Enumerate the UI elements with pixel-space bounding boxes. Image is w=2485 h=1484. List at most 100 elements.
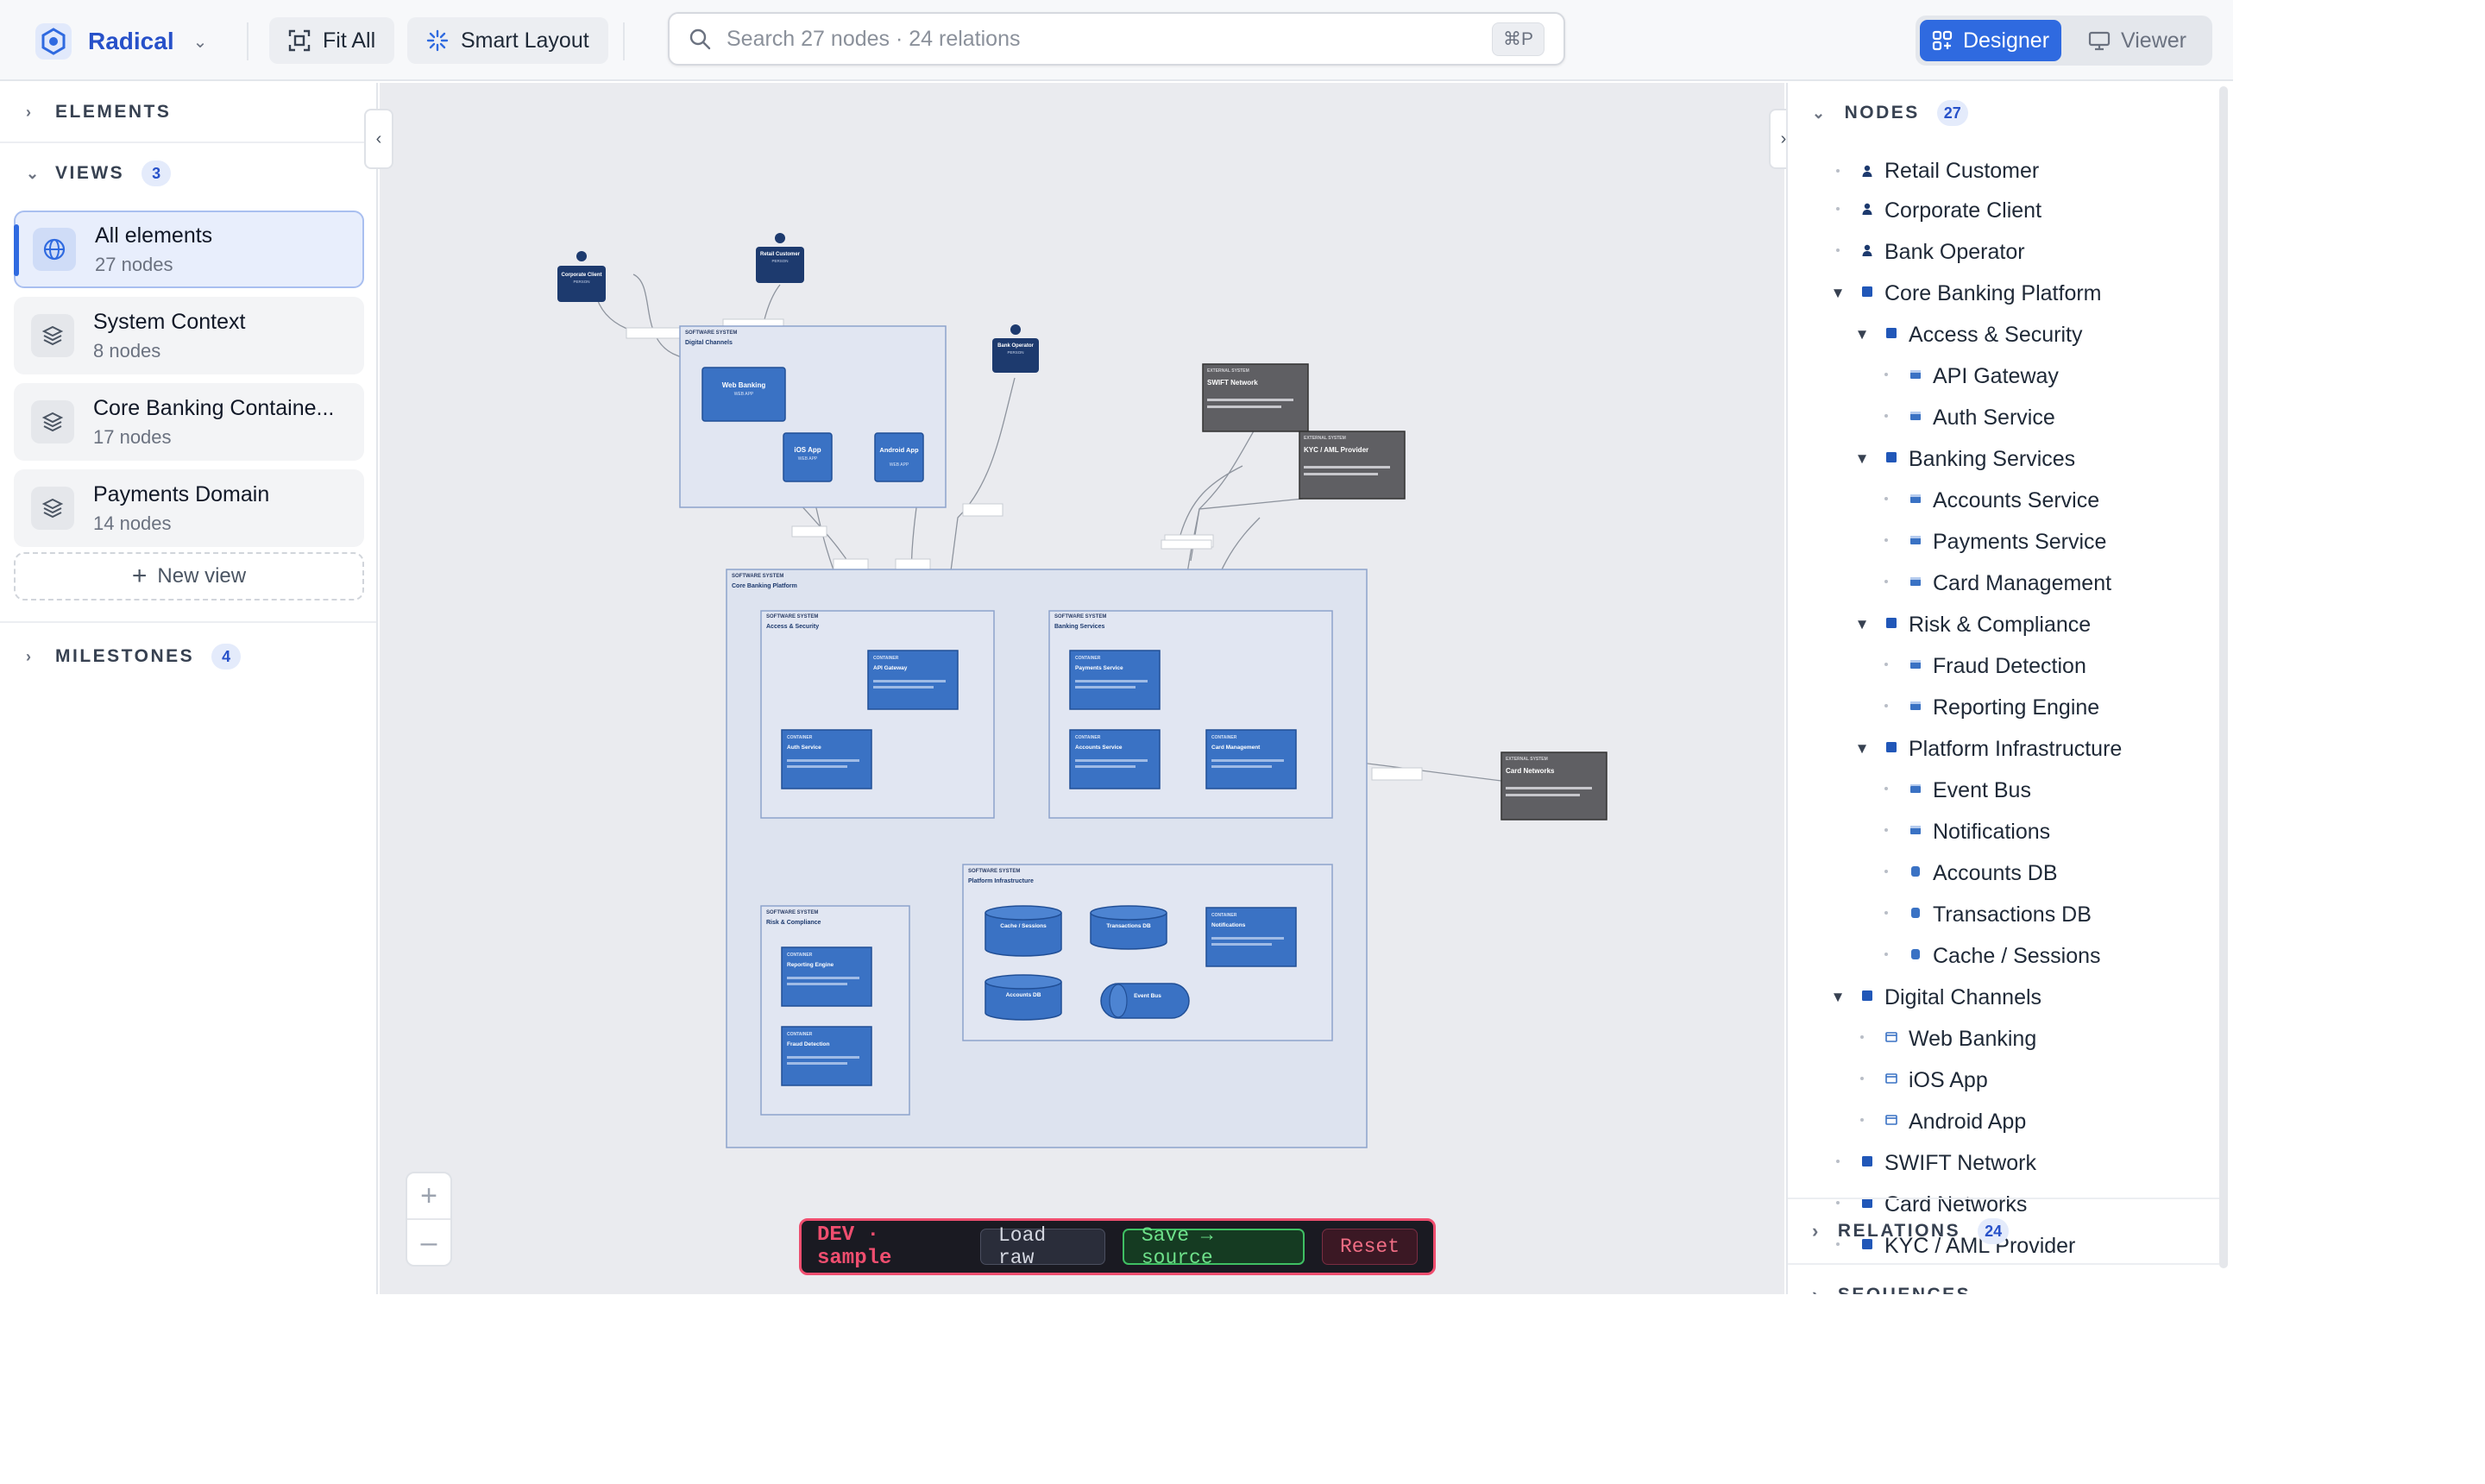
- app-android[interactable]: Android App WEB APP: [874, 432, 924, 482]
- node-tree-item[interactable]: Auth Service: [1788, 397, 2219, 438]
- node-tree-item[interactable]: Reporting Engine: [1788, 687, 2219, 728]
- relation-label[interactable]: [962, 503, 1003, 517]
- expand-toggle-icon[interactable]: ▼: [1853, 616, 1871, 633]
- node-tree-item[interactable]: ▼ Banking Services: [1788, 438, 2219, 480]
- database-transactions-db[interactable]: Transactions DB: [1090, 905, 1167, 950]
- view-item-system-context[interactable]: System Context 8 nodes: [14, 297, 364, 374]
- node-tree-item[interactable]: iOS App: [1788, 1060, 2219, 1101]
- milestones-section-header[interactable]: › MILESTONES 4: [0, 626, 376, 687]
- expand-toggle-icon[interactable]: ▼: [1853, 740, 1871, 758]
- search-input[interactable]: Search 27 nodes · 24 relations ⌘P: [668, 12, 1565, 66]
- container-card-management[interactable]: CONTAINER Card Management: [1205, 729, 1297, 789]
- container-payments-service[interactable]: CONTAINER Payments Service: [1069, 650, 1161, 710]
- node-tree-item[interactable]: SWIFT Network: [1788, 1142, 2219, 1184]
- node-tree-item[interactable]: ▼ Access & Security: [1788, 314, 2219, 355]
- relation-label[interactable]: [895, 558, 931, 570]
- relation-line[interactable]: [1190, 498, 1304, 562]
- collapse-left-panel-button[interactable]: ‹: [364, 109, 393, 169]
- node-tree-item[interactable]: Web Banking: [1788, 1018, 2219, 1060]
- viewer-mode-button[interactable]: Viewer: [2067, 20, 2208, 61]
- node-tree-label: Card Management: [1933, 570, 2112, 595]
- relations-section-header[interactable]: › RELATIONS 24: [1788, 1201, 2219, 1261]
- person-bank-operator[interactable]: Bank Operator PERSON: [992, 324, 1039, 373]
- person-retail-customer[interactable]: Retail Customer PERSON: [756, 233, 804, 283]
- node-tree-item[interactable]: Retail Customer: [1788, 152, 2219, 190]
- relation-label[interactable]: [626, 327, 683, 339]
- external-kyc-aml-provider[interactable]: EXTERNAL SYSTEM KYC / AML Provider: [1299, 431, 1406, 500]
- group-tag: SOFTWARE SYSTEM: [968, 869, 1020, 874]
- relation-label[interactable]: [791, 525, 827, 538]
- node-tree-label: Retail Customer: [1884, 158, 2040, 183]
- person-corporate-client[interactable]: Corporate Client PERSON: [557, 251, 606, 302]
- node-tree-item[interactable]: Accounts DB: [1788, 852, 2219, 894]
- system-icon: [1886, 452, 1897, 462]
- node-tree-label: Core Banking Platform: [1884, 280, 2102, 305]
- container-api-gateway[interactable]: CONTAINER API Gateway: [867, 650, 959, 710]
- app-ios[interactable]: iOS App WEB APP: [783, 432, 833, 482]
- view-item-core-banking-containers[interactable]: Core Banking Containe... 17 nodes: [14, 383, 364, 461]
- queue-event-bus[interactable]: Event Bus: [1100, 983, 1190, 1019]
- reset-button[interactable]: Reset: [1321, 1229, 1418, 1265]
- person-icon: [1862, 203, 1872, 215]
- node-tree-item[interactable]: Transactions DB: [1788, 894, 2219, 935]
- relation-line[interactable]: [1180, 465, 1243, 536]
- sequences-section-header[interactable]: › SEQUENCES: [1788, 1265, 2219, 1294]
- smart-layout-button[interactable]: Smart Layout: [407, 17, 608, 64]
- views-section-header[interactable]: ⌄ VIEWS 3: [0, 143, 376, 204]
- zoom-out-button[interactable]: –: [407, 1218, 450, 1265]
- external-swift-network[interactable]: EXTERNAL SYSTEM SWIFT Network: [1202, 363, 1309, 432]
- relation-label[interactable]: [1161, 539, 1212, 550]
- node-tree-item[interactable]: Payments Service: [1788, 521, 2219, 563]
- node-tree-item[interactable]: ▼ Risk & Compliance: [1788, 604, 2219, 645]
- node-tree-item[interactable]: Event Bus: [1788, 770, 2219, 811]
- database-cache-sessions[interactable]: Cache / Sessions: [985, 905, 1062, 957]
- relation-label[interactable]: [833, 558, 869, 570]
- external-card-networks[interactable]: EXTERNAL SYSTEM Card Networks: [1500, 751, 1607, 821]
- node-tree-item[interactable]: Card Management: [1788, 563, 2219, 604]
- expand-toggle-icon[interactable]: ▼: [1853, 450, 1871, 468]
- zoom-in-button[interactable]: +: [407, 1173, 450, 1218]
- expand-toggle-icon[interactable]: ▼: [1829, 285, 1846, 302]
- node-tree-item[interactable]: Android App: [1788, 1101, 2219, 1142]
- architecture-diagram[interactable]: SOFTWARE SYSTEM Digital Channels SOFTWAR…: [380, 83, 1784, 1294]
- relation-label[interactable]: [1371, 767, 1423, 781]
- database-accounts-db[interactable]: Accounts DB: [985, 974, 1062, 1021]
- container-reporting-engine[interactable]: CONTAINER Reporting Engine: [781, 946, 872, 1007]
- nodes-section-header[interactable]: ⌄ NODES 27: [1788, 83, 2219, 143]
- load-raw-button[interactable]: Load raw: [979, 1224, 1105, 1269]
- container-auth-service[interactable]: CONTAINER Auth Service: [781, 729, 872, 789]
- app-web-banking[interactable]: Web Banking WEB APP: [701, 367, 786, 422]
- node-tree-item[interactable]: Bank Operator: [1788, 231, 2219, 273]
- node-tree-item[interactable]: Accounts Service: [1788, 480, 2219, 521]
- container-icon: [1910, 412, 1921, 420]
- app-name: iOS App: [794, 446, 821, 454]
- container-accounts-service[interactable]: CONTAINER Accounts Service: [1069, 729, 1161, 789]
- node-tree-item[interactable]: API Gateway: [1788, 355, 2219, 397]
- diagram-canvas[interactable]: SOFTWARE SYSTEM Digital Channels SOFTWAR…: [380, 83, 1784, 1294]
- node-tree-item[interactable]: Notifications: [1788, 811, 2219, 852]
- node-tree-label: Risk & Compliance: [1909, 612, 2092, 637]
- node-tree-item[interactable]: ▼ Digital Channels: [1788, 977, 2219, 1018]
- expand-toggle-icon[interactable]: ▼: [1853, 326, 1871, 343]
- node-tree-label: Banking Services: [1909, 446, 2076, 471]
- expand-toggle-icon[interactable]: ▼: [1829, 989, 1846, 1006]
- view-item-payments-domain[interactable]: Payments Domain 14 nodes: [14, 469, 364, 547]
- node-tree-item[interactable]: ▼ Platform Infrastructure: [1788, 728, 2219, 770]
- tree-leaf-dot: [1884, 580, 1888, 583]
- node-tree-item[interactable]: Fraud Detection: [1788, 645, 2219, 687]
- elements-section-header[interactable]: › ELEMENTS: [0, 83, 376, 143]
- node-tree-item[interactable]: Cache / Sessions: [1788, 935, 2219, 977]
- container-fraud-detection[interactable]: CONTAINER Fraud Detection: [781, 1026, 872, 1086]
- node-tree-item[interactable]: Corporate Client: [1788, 190, 2219, 231]
- view-item-all-elements[interactable]: All elements 27 nodes: [14, 211, 364, 288]
- container-notifications[interactable]: CONTAINER Notifications: [1205, 907, 1297, 967]
- workspace-switcher[interactable]: Radical ⌄: [35, 21, 207, 62]
- tree-leaf-dot: [1884, 414, 1888, 418]
- node-tree-item[interactable]: ▼ Core Banking Platform: [1788, 273, 2219, 314]
- chevron-down-icon: ⌄: [26, 164, 41, 182]
- right-panel-scrollbar[interactable]: [2219, 86, 2228, 1268]
- save-to-source-button[interactable]: Save → source: [1122, 1224, 1305, 1269]
- fit-all-button[interactable]: Fit All: [269, 17, 395, 64]
- designer-mode-button[interactable]: Designer: [1920, 20, 2061, 61]
- new-view-button[interactable]: + New view: [14, 552, 364, 601]
